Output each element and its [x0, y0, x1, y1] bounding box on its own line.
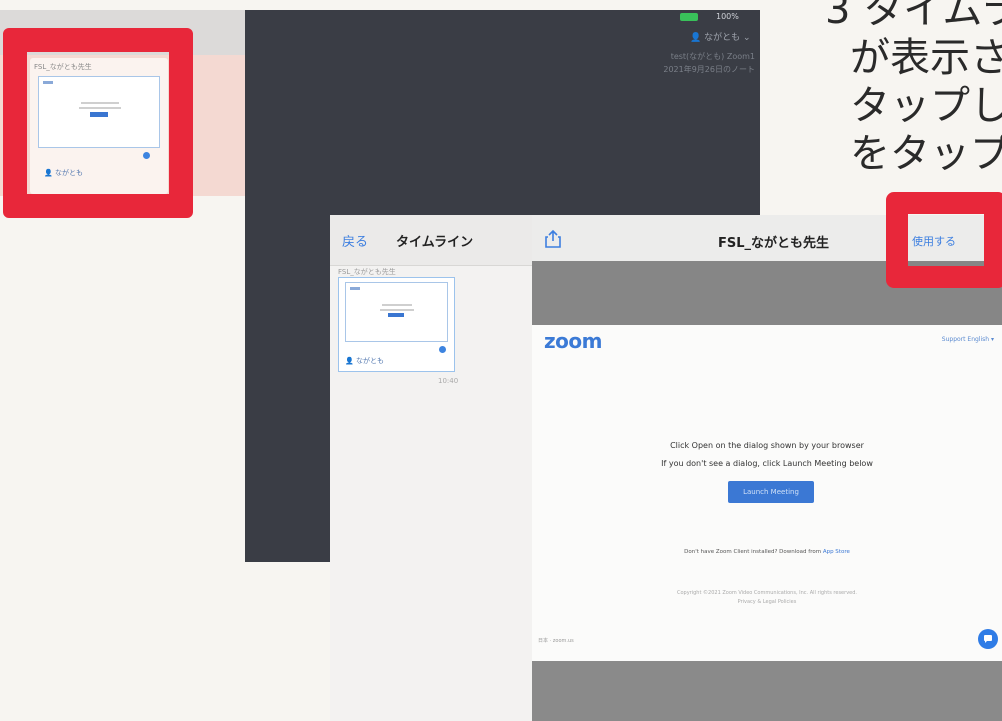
mini-text-line	[380, 309, 414, 311]
battery-percent: 100%	[716, 12, 739, 21]
chat-bubble-icon[interactable]	[978, 629, 998, 649]
highlight-box-thumbnail	[3, 28, 193, 218]
mini-zoom-logo	[350, 287, 360, 290]
sidebar-item-title: FSL_ながとも先生	[338, 268, 396, 276]
sidebar-title: タイムライン	[396, 235, 474, 250]
back-button[interactable]: 戻る	[342, 231, 368, 250]
timeline-item[interactable]: 👤 ながとも	[338, 277, 455, 372]
download-prompt: Don't have Zoom Client installed? Downlo…	[684, 549, 823, 555]
share-icon[interactable]	[544, 229, 562, 249]
sidebar-item-user: 👤 ながとも	[345, 357, 384, 365]
zoom-instruction-1: Click Open on the dialog shown by your b…	[670, 441, 864, 450]
instruction-text: 3 タイムラ が表示さ タップし をタップ	[825, 0, 1002, 178]
highlight-box-use-button	[886, 192, 1002, 288]
instruction-line-3: タップし	[850, 83, 1002, 129]
note-viewer: FSL_ながとも先生 使用する zoom Support English ▾ C…	[532, 215, 1002, 721]
background-meta-line-2: 2021年9月26日のノート	[663, 65, 755, 74]
zoom-language[interactable]: 日本 · zoom.us	[538, 637, 574, 644]
page-bottom-margin	[532, 661, 1002, 721]
instruction-line-4: をタップ	[850, 131, 1002, 177]
status-bar-battery: 100%	[716, 12, 739, 21]
sidebar-item-preview	[345, 282, 448, 342]
zoom-footer: Copyright ©2021 Zoom Video Communication…	[532, 589, 1002, 607]
zoom-privacy-link[interactable]: Privacy & Legal Policies	[738, 599, 797, 605]
launch-meeting-button[interactable]: Launch Meeting	[728, 481, 814, 503]
zoom-launch-page: zoom Support English ▾ Click Open on the…	[532, 325, 1002, 661]
background-meta-line-1: test(ながとも) Zoom1	[670, 52, 755, 61]
zoom-nav-links[interactable]: Support English ▾	[942, 336, 994, 343]
background-note-meta: test(ながとも) Zoom1 2021年9月26日のノート	[645, 50, 755, 76]
instruction-line-2: が表示さ	[850, 35, 1002, 81]
zoom-instruction-2: If you don't see a dialog, click Launch …	[661, 459, 873, 468]
mini-text-line	[382, 304, 412, 306]
sidebar-item-badge-icon	[439, 346, 446, 353]
sidebar-header: 戻る タイムライン	[330, 215, 532, 266]
app-store-link[interactable]: App Store	[823, 549, 850, 555]
sidebar-item-time: 10:40	[438, 377, 459, 385]
background-user: 👤 ながとも ⌄	[690, 33, 751, 43]
timeline-sidebar: 戻る タイムライン FSL_ながとも先生 👤 ながとも 10:40	[330, 215, 533, 721]
battery-icon	[680, 13, 698, 21]
mini-launch-button	[388, 313, 404, 317]
zoom-logo: zoom	[544, 329, 602, 353]
viewer-title: FSL_ながとも先生	[718, 236, 830, 251]
background-user-name: ながとも	[704, 33, 741, 43]
sidebar-item-user-name: ながとも	[355, 357, 384, 365]
zoom-download-text: Don't have Zoom Client installed? Downlo…	[532, 549, 1002, 555]
instruction-line-1: 3 タイムラ	[825, 0, 1002, 33]
zoom-copyright: Copyright ©2021 Zoom Video Communication…	[677, 590, 857, 596]
